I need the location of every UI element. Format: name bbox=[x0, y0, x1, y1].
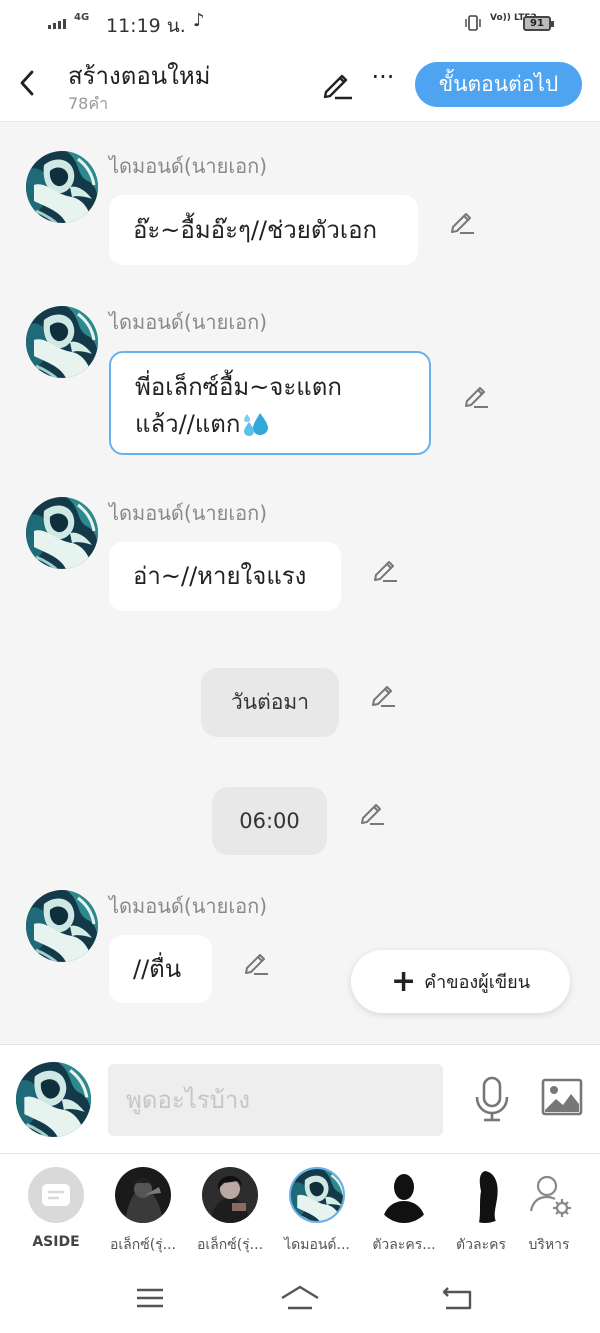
character-4[interactable]: ตัวละคร... bbox=[364, 1167, 444, 1256]
system-nav-bar bbox=[0, 1260, 600, 1333]
add-author-note-button[interactable]: + คำของผู้เขียน bbox=[351, 950, 570, 1013]
chat-area[interactable]: ไดมอนด์(นายเอก) อ๊ะ~อื้มอ๊ะๆ//ช่วยตัวเอก… bbox=[0, 122, 600, 1044]
character-diamond[interactable]: ไดมอนด์... bbox=[277, 1167, 357, 1256]
message-bubble[interactable]: อ๊ะ~อื้มอ๊ะๆ//ช่วยตัวเอก bbox=[109, 195, 418, 265]
manage-characters-icon bbox=[521, 1167, 577, 1223]
battery-icon: 91 bbox=[523, 16, 554, 31]
character-label: ตัวละคร bbox=[456, 1237, 506, 1253]
status-bar: 4G 11:19 น. ♪ Vo)) LTE2 91 bbox=[0, 0, 600, 46]
image-button[interactable] bbox=[541, 1078, 583, 1116]
character-avatar bbox=[202, 1167, 258, 1223]
edit-message-icon[interactable] bbox=[448, 207, 476, 235]
network-type: 4G bbox=[74, 12, 90, 23]
character-avatar-selected bbox=[289, 1167, 345, 1223]
edit-message-icon[interactable] bbox=[358, 798, 386, 826]
message-line: แล้ว//แตก bbox=[135, 410, 241, 438]
sender-name: ไดมอนด์(นายเอก) bbox=[109, 894, 268, 918]
microphone-button[interactable] bbox=[472, 1075, 512, 1123]
manage-characters-button[interactable]: บริหาร bbox=[509, 1167, 589, 1256]
edit-message-icon[interactable] bbox=[242, 948, 270, 976]
status-time: 11:19 น. bbox=[106, 15, 186, 37]
character-aside[interactable]: ASIDE bbox=[16, 1167, 96, 1250]
narration-pill[interactable]: วันต่อมา bbox=[201, 668, 339, 737]
back-nav-button[interactable] bbox=[436, 1282, 480, 1314]
character-label: อเล็กซ์(รุ่... bbox=[109, 1237, 177, 1253]
menu-nav-button[interactable] bbox=[128, 1282, 172, 1314]
signal-icon bbox=[48, 19, 66, 29]
message-input[interactable] bbox=[108, 1064, 443, 1136]
header: สร้างตอนใหม่ 78คำ ··· ขั้นตอนต่อไป bbox=[0, 46, 600, 122]
character-label: บริหาร bbox=[528, 1237, 570, 1253]
sender-name: ไดมอนด์(นายเอก) bbox=[109, 310, 268, 334]
sweat-droplets-icon bbox=[244, 413, 269, 436]
avatar[interactable] bbox=[26, 890, 98, 962]
author-note-label: คำของผู้เขียน bbox=[424, 972, 531, 993]
edit-message-icon[interactable] bbox=[371, 555, 399, 583]
edit-title-button[interactable] bbox=[320, 66, 354, 100]
current-character-avatar[interactable] bbox=[16, 1062, 91, 1137]
home-nav-button[interactable] bbox=[278, 1282, 322, 1314]
message-bubble[interactable]: อ่า~//หายใจแรง bbox=[109, 542, 341, 611]
character-silhouette bbox=[376, 1167, 432, 1223]
character-bar: ASIDE อเล็กซ์(รุ่... อเล็กซ์(รุ่... ไดมอ… bbox=[0, 1155, 600, 1260]
next-step-button[interactable]: ขั้นตอนต่อไป bbox=[415, 62, 582, 107]
message-line: พี่อเล็กซ์อื้ม~จะแตก bbox=[135, 373, 342, 401]
character-label: ASIDE bbox=[32, 1234, 80, 1250]
more-options-button[interactable]: ··· bbox=[368, 64, 398, 98]
tiktok-icon: ♪ bbox=[193, 10, 205, 31]
character-silhouette bbox=[457, 1167, 513, 1223]
character-avatar bbox=[115, 1167, 171, 1223]
page-title: สร้างตอนใหม่ bbox=[68, 62, 211, 90]
character-label: อเล็กซ์(รุ่... bbox=[196, 1237, 264, 1253]
character-alex-2[interactable]: อเล็กซ์(รุ่... bbox=[190, 1167, 270, 1256]
edit-message-icon[interactable] bbox=[462, 381, 490, 409]
edit-message-icon[interactable] bbox=[369, 680, 397, 708]
sender-name: ไดมอนด์(นายเอก) bbox=[109, 154, 268, 178]
composer bbox=[0, 1044, 600, 1154]
character-alex-1[interactable]: อเล็กซ์(รุ่... bbox=[103, 1167, 183, 1256]
avatar[interactable] bbox=[26, 151, 98, 223]
avatar[interactable] bbox=[26, 497, 98, 569]
plus-icon: + bbox=[390, 963, 417, 999]
message-bubble[interactable]: //ตื่น bbox=[109, 935, 212, 1003]
aside-icon bbox=[28, 1167, 84, 1223]
back-button[interactable] bbox=[14, 66, 42, 100]
message-bubble-selected[interactable]: พี่อเล็กซ์อื้ม~จะแตก แล้ว//แตก bbox=[109, 351, 431, 455]
avatar[interactable] bbox=[26, 306, 98, 378]
character-label: ไดมอนด์... bbox=[284, 1237, 350, 1253]
character-label: ตัวละคร... bbox=[372, 1237, 436, 1253]
sender-name: ไดมอนด์(นายเอก) bbox=[109, 501, 268, 525]
narration-pill[interactable]: 06:00 bbox=[212, 787, 327, 855]
word-count: 78คำ bbox=[68, 94, 109, 113]
vibrate-icon bbox=[465, 15, 481, 31]
